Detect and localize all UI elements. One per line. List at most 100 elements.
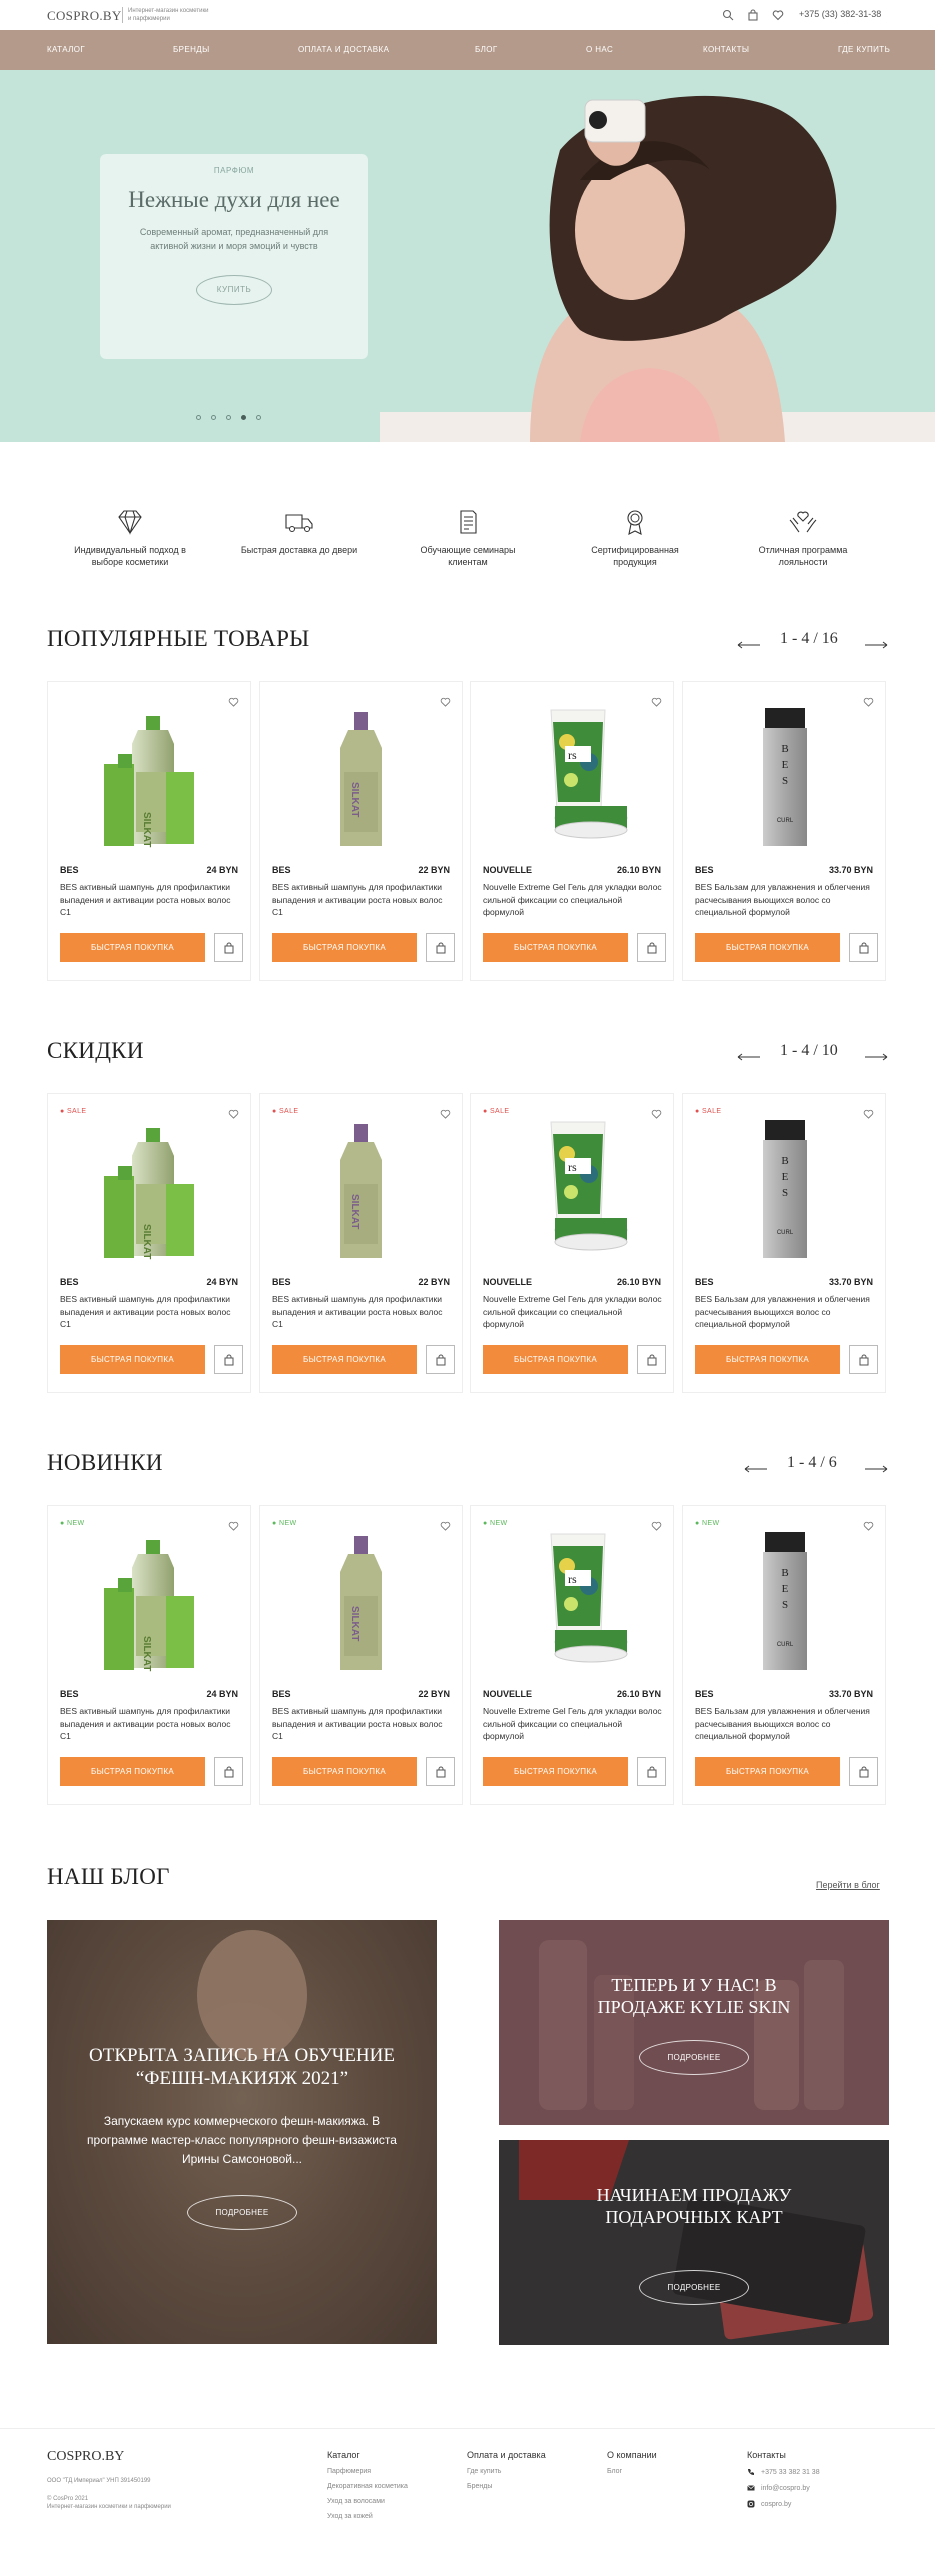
product-description[interactable]: BES активный шампунь для профилактики вы… [60,1293,242,1331]
blog-post-main[interactable]: ОТКРЫТА ЗАПИСЬ НА ОБУЧЕНИЕ “ФЕШН-МАКИЯЖ … [47,1920,437,2344]
prev-arrow-icon[interactable] [737,1048,761,1061]
product-card[interactable]: B E S CURL BES 33.70 BYN BES Бальзам для увлаж… [682,681,886,981]
footer-phone[interactable]: +375 33 382 31 38 [747,2468,820,2476]
hero-buy-button[interactable]: КУПИТЬ [196,275,272,305]
product-card[interactable]: SILKAT BES 24 BYN BES активный шампунь для … [47,681,251,981]
add-to-cart-button[interactable] [214,933,243,962]
product-image[interactable]: SILKAT [290,1114,434,1264]
product-description[interactable]: BES активный шампунь для профилактики вы… [272,881,454,919]
product-card[interactable]: ● NEW SILKAT BES 22 BYN BES активный шампунь… [259,1505,463,1805]
favorite-heart-icon[interactable] [863,1518,874,1536]
quick-buy-button[interactable]: БЫСТРАЯ ПОКУПКА [695,1757,840,1786]
logo[interactable]: COSPRO.BY [47,8,122,24]
quick-buy-button[interactable]: БЫСТРАЯ ПОКУПКА [272,933,417,962]
product-description[interactable]: BES Бальзам для увлажнения и облегчения … [695,1293,877,1331]
slider-dot[interactable] [256,415,261,420]
footer-email[interactable]: info@cospro.by [747,2484,820,2492]
favorite-heart-icon[interactable] [440,694,451,712]
product-image[interactable]: SILKAT [290,1526,434,1676]
add-to-cart-button[interactable] [849,1345,878,1374]
footer-link[interactable]: Парфюмерия [327,2468,408,2475]
search-icon[interactable] [722,8,734,21]
footer-instagram[interactable]: cospro.by [747,2500,820,2508]
nav-brands[interactable]: БРЕНДЫ [173,45,210,54]
quick-buy-button[interactable]: БЫСТРАЯ ПОКУПКА [483,1757,628,1786]
product-image[interactable]: B E S CURL [713,1526,857,1676]
blog-gift-more-button[interactable]: ПОДРОБНЕЕ [639,2270,749,2305]
add-to-cart-button[interactable] [637,1345,666,1374]
quick-buy-button[interactable]: БЫСТРАЯ ПОКУПКА [695,1345,840,1374]
blog-main-more-button[interactable]: ПОДРОБНЕЕ [187,2195,297,2230]
add-to-cart-button[interactable] [214,1757,243,1786]
favorite-heart-icon[interactable] [440,1518,451,1536]
footer-link[interactable]: Уход за волосами [327,2498,408,2505]
nav-where-to-buy[interactable]: ГДЕ КУПИТЬ [838,45,890,54]
product-description[interactable]: BES активный шампунь для профилактики вы… [60,881,242,919]
product-description[interactable]: Nouvelle Extreme Gel Гель для укладки во… [483,1293,665,1331]
product-description[interactable]: Nouvelle Extreme Gel Гель для укладки во… [483,1705,665,1743]
product-card[interactable]: rs NOUVELLE 26.10 BYN Nouvelle Extreme Gel … [470,681,674,981]
add-to-cart-button[interactable] [214,1345,243,1374]
product-description[interactable]: Nouvelle Extreme Gel Гель для укладки во… [483,881,665,919]
product-card[interactable]: SILKAT BES 22 BYN BES активный шампунь для … [259,681,463,981]
add-to-cart-button[interactable] [849,933,878,962]
product-card[interactable]: ● NEW rs NOUVELLE 26.10 BYN Nouvelle Extreme… [470,1505,674,1805]
quick-buy-button[interactable]: БЫСТРАЯ ПОКУПКА [272,1345,417,1374]
nav-about[interactable]: О НАС [586,45,613,54]
nav-contacts[interactable]: КОНТАКТЫ [703,45,749,54]
favorite-heart-icon[interactable] [651,1106,662,1124]
next-arrow-icon[interactable] [864,1460,888,1473]
favorite-heart-icon[interactable] [440,1106,451,1124]
quick-buy-button[interactable]: БЫСТРАЯ ПОКУПКА [483,1345,628,1374]
heart-icon[interactable] [772,8,784,21]
add-to-cart-button[interactable] [637,1757,666,1786]
footer-link[interactable]: Где купить [467,2468,546,2475]
nav-blog[interactable]: БЛОГ [475,45,498,54]
product-card[interactable]: ● NEW SILKAT BES 24 BYN BES активный шампунь… [47,1505,251,1805]
product-card[interactable]: ● NEW B E S CURL BES 33.70 BYN BES Бальзам для … [682,1505,886,1805]
nav-payment-delivery[interactable]: ОПЛАТА И ДОСТАВКА [298,45,389,54]
slider-dot[interactable] [226,415,231,420]
product-description[interactable]: BES Бальзам для увлажнения и облегчения … [695,881,877,919]
slider-dot[interactable] [241,415,246,420]
product-image[interactable]: B E S CURL [713,702,857,852]
quick-buy-button[interactable]: БЫСТРАЯ ПОКУПКА [272,1757,417,1786]
header-phone[interactable]: +375 (33) 382-31-38 [799,9,881,19]
quick-buy-button[interactable]: БЫСТРАЯ ПОКУПКА [483,933,628,962]
product-image[interactable]: SILKAT [290,702,434,852]
slider-dot[interactable] [196,415,201,420]
footer-link[interactable]: Декоративная косметика [327,2483,408,2490]
product-image[interactable]: rs [501,1114,645,1264]
next-arrow-icon[interactable] [864,636,888,649]
add-to-cart-button[interactable] [849,1757,878,1786]
product-card[interactable]: ● SALE rs NOUVELLE 26.10 BYN Nouvelle Extrem… [470,1093,674,1393]
favorite-heart-icon[interactable] [228,1518,239,1536]
product-image[interactable]: rs [501,1526,645,1676]
quick-buy-button[interactable]: БЫСТРАЯ ПОКУПКА [60,933,205,962]
quick-buy-button[interactable]: БЫСТРАЯ ПОКУПКА [60,1345,205,1374]
add-to-cart-button[interactable] [426,1757,455,1786]
product-image[interactable]: B E S CURL [713,1114,857,1264]
product-description[interactable]: BES активный шампунь для профилактики вы… [272,1705,454,1743]
footer-link[interactable]: Уход за кожей [327,2513,408,2520]
prev-arrow-icon[interactable] [744,1460,768,1473]
product-card[interactable]: ● SALE SILKAT BES 24 BYN BES активный шампун… [47,1093,251,1393]
favorite-heart-icon[interactable] [651,1518,662,1536]
add-to-cart-button[interactable] [637,933,666,962]
blog-post-gift-cards[interactable]: НАЧИНАЕМ ПРОДАЖУ ПОДАРОЧНЫХ КАРТ ПОДРОБН… [499,2140,889,2345]
blog-post-kylie[interactable]: ТЕПЕРЬ И У НАС! В ПРОДАЖЕ KYLIE SKIN ПОД… [499,1920,889,2125]
nav-catalog[interactable]: КАТАЛОГ [47,45,85,54]
product-description[interactable]: BES Бальзам для увлажнения и облегчения … [695,1705,877,1743]
blog-link[interactable]: Перейти в блог [816,1880,880,1890]
quick-buy-button[interactable]: БЫСТРАЯ ПОКУПКА [695,933,840,962]
add-to-cart-button[interactable] [426,1345,455,1374]
product-card[interactable]: ● SALE B E S CURL BES 33.70 BYN BES Бальзам для… [682,1093,886,1393]
favorite-heart-icon[interactable] [863,694,874,712]
prev-arrow-icon[interactable] [737,636,761,649]
product-card[interactable]: ● SALE SILKAT BES 22 BYN BES активный шампун… [259,1093,463,1393]
quick-buy-button[interactable]: БЫСТРАЯ ПОКУПКА [60,1757,205,1786]
blog-kylie-more-button[interactable]: ПОДРОБНЕЕ [639,2040,749,2075]
product-image[interactable]: SILKAT [78,702,222,852]
add-to-cart-button[interactable] [426,933,455,962]
favorite-heart-icon[interactable] [228,694,239,712]
